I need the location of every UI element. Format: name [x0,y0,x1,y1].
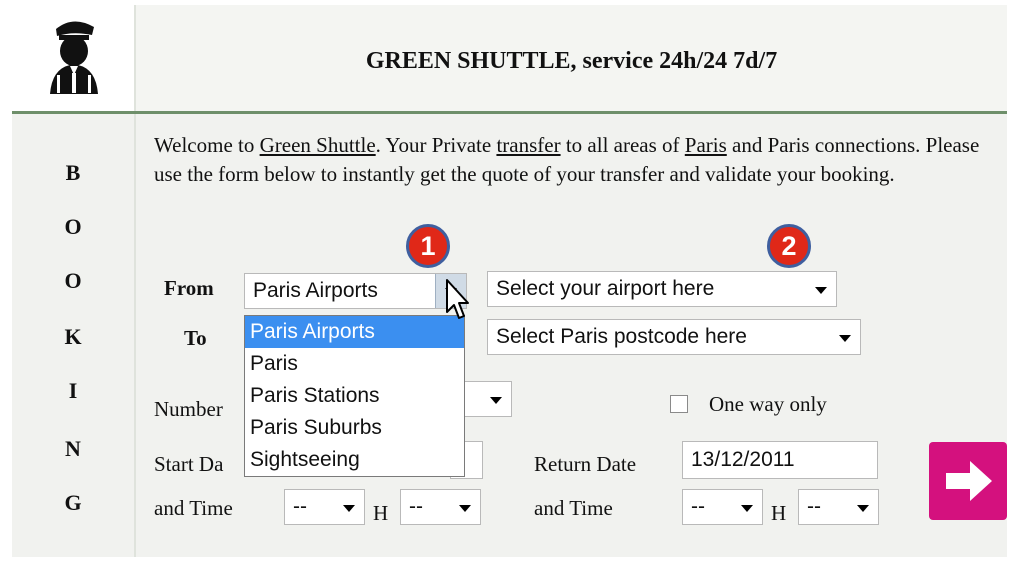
one-way-label: One way only [709,392,827,416]
to-label: To [184,326,207,350]
chevron-down-icon [490,397,502,404]
welcome-text: Welcome to Green Shuttle. Your Private t… [154,133,980,186]
logo-cell [12,5,134,111]
return-date-input[interactable]: 13/12/2011 [682,441,878,479]
booking-letter: O [64,214,82,239]
page-title: GREEN SHUTTLE, service 24h/24 7d/7 [365,48,778,74]
dropdown-option[interactable]: Sightseeing [245,444,464,476]
airport-select[interactable]: Select your airport here [487,271,837,307]
booking-letter: O [64,268,82,293]
booking-letter: I [68,378,78,403]
start-hour-select[interactable]: -- [284,489,365,525]
booking-letter: G [64,490,82,515]
chevron-down-icon [343,505,355,512]
chauffeur-icon [50,21,98,94]
return-time-label: and Time [534,496,613,520]
return-date-label: Return Date [534,452,637,476]
hour-separator: H [373,501,389,525]
dropdown-option[interactable]: Paris Airports [245,316,464,348]
start-time-label: and Time [154,496,233,520]
chevron-down-icon [839,335,851,342]
submit-button[interactable] [929,442,1007,520]
annotation-badge: 1 [406,224,450,268]
dropdown-option[interactable]: Paris Suburbs [245,412,464,444]
from-type-select[interactable]: Paris Airports [244,273,467,309]
booking-letter: K [64,324,82,349]
booking-letter: B [65,160,81,185]
hour-separator: H [771,501,787,525]
one-way-checkbox[interactable] [670,395,688,413]
chevron-down-icon [815,287,827,294]
transfer-link[interactable]: transfer [496,133,560,157]
column-separator [134,5,136,557]
start-minute-select[interactable]: -- [400,489,481,525]
from-type-dropdown-list: Paris Airports Paris Paris Stations Pari… [244,315,465,477]
chevron-down-icon [857,505,869,512]
chevron-down-icon [741,505,753,512]
postcode-select[interactable]: Select Paris postcode here [487,319,861,355]
dropdown-option[interactable]: Paris Stations [245,380,464,412]
number-label: Number [154,397,223,421]
return-minute-select[interactable]: -- [798,489,879,525]
mouse-cursor-icon [446,279,469,319]
paris-link[interactable]: Paris [685,133,727,157]
annotation-badge: 2 [767,224,811,268]
from-label: From [164,276,214,300]
green-shuttle-link[interactable]: Green Shuttle [260,133,376,157]
return-hour-select[interactable]: -- [682,489,763,525]
booking-letter: N [65,436,81,461]
arrow-right-icon [946,461,992,501]
header-rule [12,111,1007,114]
chevron-down-icon [459,505,471,512]
dropdown-option[interactable]: Paris [245,348,464,380]
start-date-label: Start Da [154,452,224,476]
